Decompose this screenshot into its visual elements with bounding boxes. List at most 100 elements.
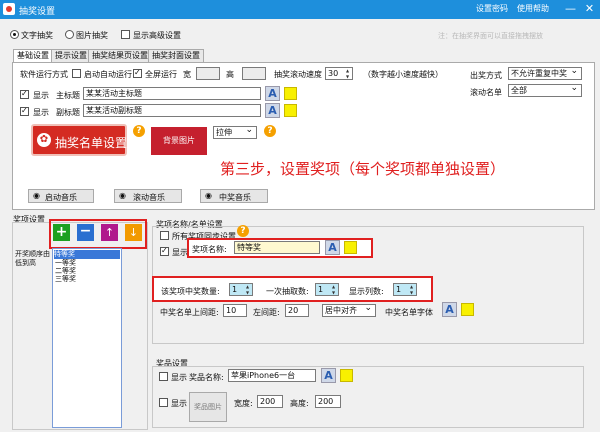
main-title-label: 主标题	[56, 91, 80, 100]
sub-title-font-icon[interactable]: A	[265, 103, 280, 118]
goods-name-show-checkbox[interactable]	[159, 372, 168, 381]
fullscreen-checkbox[interactable]	[133, 68, 142, 78]
speaker-icon: ◉	[119, 191, 126, 200]
goods-image-show-label: 显示	[171, 399, 187, 408]
prize-mode-label: 出奖方式	[470, 71, 502, 80]
main-title-input[interactable]: 某某活动主标题	[83, 87, 261, 100]
scroll-speed-label: 抽奖滚动速度	[274, 70, 322, 79]
sub-title-input[interactable]: 某某活动副标题	[83, 104, 261, 117]
list-item[interactable]: 三等奖	[55, 275, 76, 284]
goods-height-label: 高度:	[290, 399, 309, 408]
list-help-icon[interactable]: ?	[133, 125, 145, 137]
remove-icon[interactable]: −	[77, 224, 94, 241]
sub-title-show-checkbox[interactable]	[20, 106, 29, 116]
run-mode-label: 软件运行方式	[20, 70, 68, 79]
list-setup-button[interactable]: ✿ 抽奖名单设置	[31, 124, 127, 156]
goods-font-icon[interactable]: A	[321, 368, 336, 383]
width-input[interactable]	[196, 67, 220, 80]
speaker-icon: ◉	[33, 191, 40, 200]
move-up-icon[interactable]: ↑	[101, 224, 118, 241]
goods-image-show-checkbox[interactable]	[159, 398, 168, 407]
order-label: 开奖顺序由低到高	[15, 250, 50, 267]
tab-result-page[interactable]: 抽奖结果页设置	[88, 49, 152, 62]
main-title-show-checkbox[interactable]	[20, 89, 29, 99]
sub-title-show-label: 显示	[33, 108, 49, 117]
list-setup-label: 抽奖名单设置	[55, 136, 128, 150]
move-down-icon[interactable]: ↓	[125, 224, 142, 241]
prize-name-show-label: 显示	[172, 248, 188, 257]
line-gap-label: 中奖名单上间距:	[160, 308, 219, 317]
left-gap-input[interactable]: 20	[285, 304, 309, 317]
scroll-music-label: 滚动音乐	[133, 193, 165, 202]
all-prizes-checkbox[interactable]	[160, 231, 169, 240]
background-image-button[interactable]: 背景图片	[151, 127, 207, 155]
height-input[interactable]	[242, 67, 266, 80]
sub-title-label: 副标题	[56, 108, 80, 117]
list-font-icon[interactable]: A	[442, 302, 457, 317]
image-lottery-label: 图片抽奖	[76, 31, 108, 40]
advanced-checkbox[interactable]	[121, 30, 130, 39]
list-color-swatch[interactable]	[461, 303, 474, 316]
win-music-button[interactable]: ◉ 中奖音乐	[200, 189, 268, 203]
app-icon	[3, 3, 15, 15]
text-lottery-label: 文字抽奖	[21, 31, 53, 40]
image-lottery-radio[interactable]	[65, 30, 74, 39]
main-title-font-icon[interactable]: A	[265, 86, 280, 101]
goods-name-input[interactable]: 苹果iPhone6一台	[228, 369, 316, 382]
step-annotation: 第三步，设置奖项（每个奖项都单独设置）	[220, 160, 506, 178]
prize-name-show-checkbox[interactable]	[160, 246, 169, 256]
stretch-select[interactable]: 拉伸	[213, 125, 257, 139]
scroll-speed-hint: （数字越小速度越快）	[363, 70, 443, 79]
columns-label: 显示列数:	[349, 287, 384, 296]
align-select[interactable]: 居中对齐	[322, 303, 376, 317]
tab-basic[interactable]: 基础设置	[13, 49, 53, 63]
bg-help-icon[interactable]: ?	[264, 125, 276, 137]
advanced-label: 显示高级设置	[133, 31, 181, 40]
main-title-color-swatch[interactable]	[284, 87, 297, 100]
list-item[interactable]: 特等奖	[54, 250, 120, 259]
prize-count-spinner[interactable]: 1	[229, 283, 253, 296]
close-icon[interactable]: ✕	[581, 1, 598, 16]
prize-help-icon[interactable]: ?	[237, 225, 249, 237]
columns-spinner[interactable]: 1	[393, 283, 417, 296]
set-password-link[interactable]: 设置密码	[476, 3, 508, 14]
win-music-label: 中奖音乐	[219, 193, 251, 202]
left-gap-label: 左间距:	[253, 308, 280, 317]
text-lottery-radio[interactable]	[10, 30, 19, 39]
goods-height-input[interactable]: 200	[315, 395, 341, 408]
drag-note: 注：在抽奖界面可以直接拖拽摆放	[438, 32, 543, 40]
goods-width-label: 宽度:	[234, 399, 253, 408]
height-label: 高	[226, 70, 234, 79]
tab-cover[interactable]: 抽奖封面设置	[148, 49, 204, 62]
scroll-list-select[interactable]: 全部	[508, 83, 582, 97]
fullscreen-label: 全屏运行	[145, 70, 177, 79]
minimize-icon[interactable]: —	[562, 1, 579, 16]
sub-title-color-swatch[interactable]	[284, 104, 297, 117]
prize-count-label: 该奖项中奖数量:	[161, 287, 220, 296]
list-font-label: 中奖名单字体	[385, 308, 433, 317]
prize-list[interactable]: 特等奖 一等奖 二等奖 三等奖	[52, 248, 122, 428]
goods-width-input[interactable]: 200	[257, 395, 283, 408]
width-label: 宽	[183, 70, 191, 79]
prize-name-font-icon[interactable]: A	[325, 240, 340, 255]
goods-color-swatch[interactable]	[340, 369, 353, 382]
scroll-music-button[interactable]: ◉ 滚动音乐	[114, 189, 182, 203]
draw-once-spinner[interactable]: 1	[315, 283, 339, 296]
start-music-button[interactable]: ◉ 启动音乐	[28, 189, 94, 203]
goods-name-label: 奖品名称:	[189, 373, 224, 382]
prize-mode-select[interactable]: 不允许重复中奖	[508, 66, 582, 80]
help-link[interactable]: 使用帮助	[517, 3, 549, 14]
start-music-label: 启动音乐	[45, 193, 77, 202]
scroll-speed-spinner[interactable]: 30	[325, 67, 353, 80]
auto-start-checkbox[interactable]	[72, 69, 81, 78]
prize-name-input[interactable]: 特等奖	[234, 241, 320, 254]
gear-icon: ✿	[37, 133, 51, 147]
prize-name-color-swatch[interactable]	[344, 241, 357, 254]
goods-image-button[interactable]: 奖品图片	[189, 392, 227, 422]
line-gap-input[interactable]: 10	[223, 304, 247, 317]
window-title: 抽奖设置	[19, 7, 56, 17]
add-icon[interactable]: +	[53, 224, 70, 241]
auto-start-label: 启动自动运行	[84, 70, 132, 79]
goods-name-show-label: 显示	[171, 373, 187, 382]
tab-tips[interactable]: 提示设置	[51, 49, 91, 62]
